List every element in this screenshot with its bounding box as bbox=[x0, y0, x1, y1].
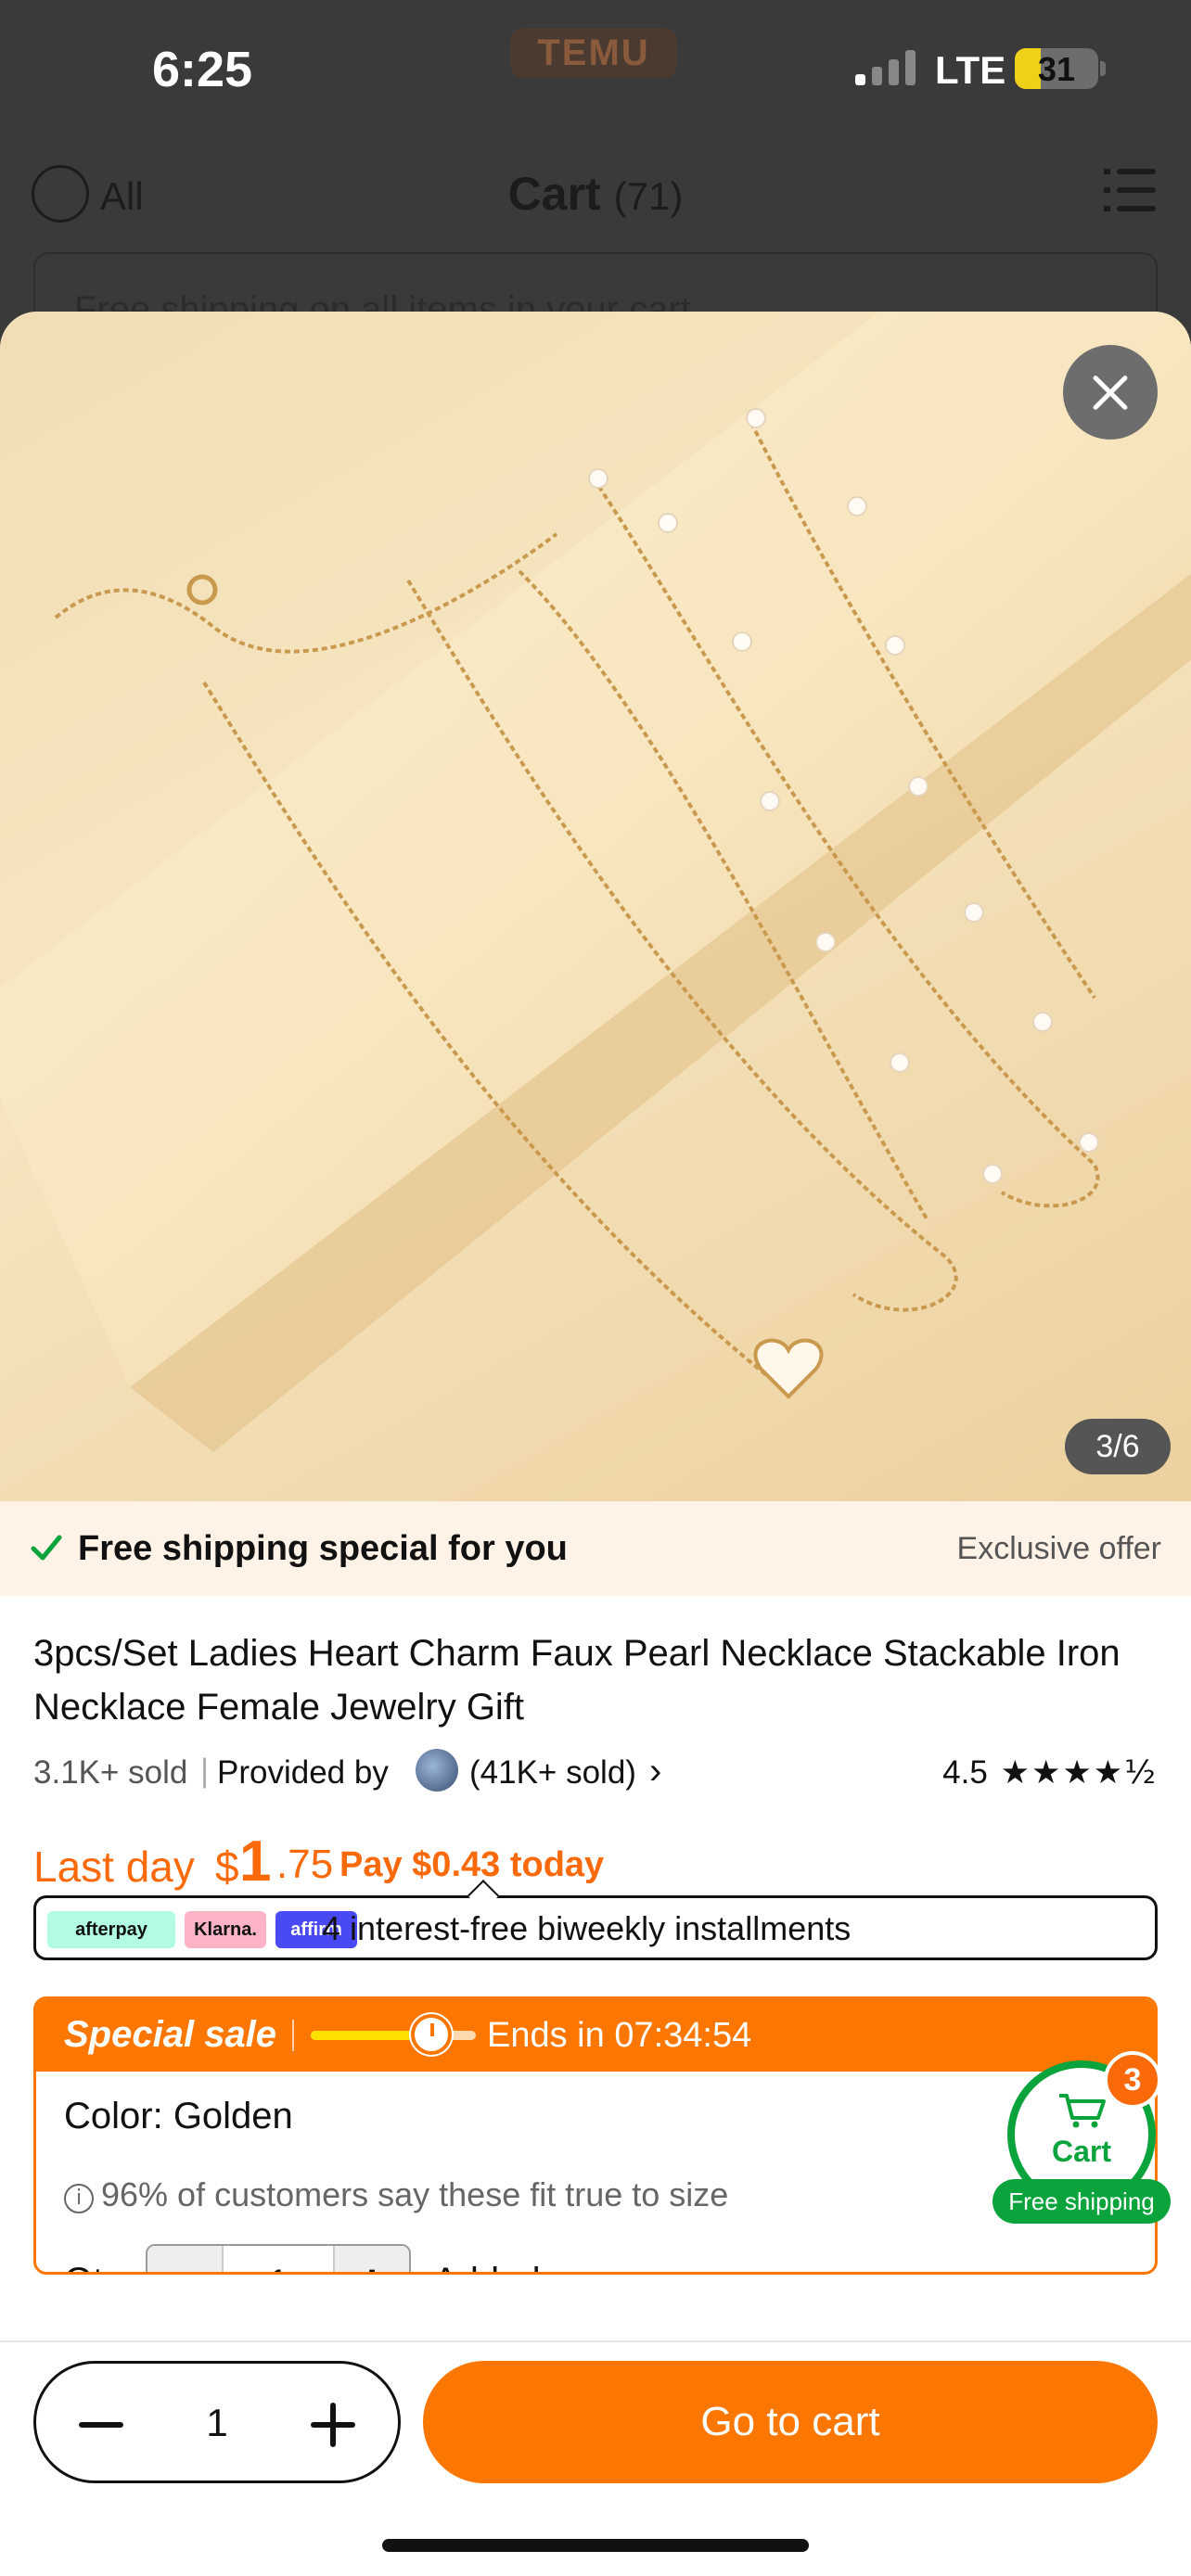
free-shipping-pill: Free shipping bbox=[992, 2179, 1171, 2224]
close-icon[interactable] bbox=[1063, 345, 1158, 440]
sold-count: 3.1K+ sold bbox=[33, 1754, 188, 1791]
price-prefix: Last day bbox=[33, 1843, 195, 1891]
fit-note: i 96% of customers say these fit true to … bbox=[64, 2175, 728, 2214]
list-icon[interactable] bbox=[1104, 167, 1156, 213]
qty-label: Qty bbox=[64, 2261, 122, 2272]
qty-minus-button[interactable]: − bbox=[147, 2246, 224, 2272]
rating[interactable]: 4.5 ★★★★½ bbox=[942, 1754, 1158, 1792]
signal-icon bbox=[855, 48, 920, 85]
status-bar: 6:25 TEMU LTE 31 bbox=[0, 0, 1191, 139]
check-icon bbox=[31, 1535, 62, 1561]
qty-plus-button[interactable]: + bbox=[333, 2246, 409, 2272]
quantity-stepper[interactable]: − 1 + bbox=[146, 2244, 411, 2272]
clock-icon bbox=[411, 2014, 452, 2055]
minus-icon[interactable] bbox=[64, 2388, 138, 2462]
floating-cart-label: Cart bbox=[1051, 2135, 1111, 2168]
rating-value: 4.5 bbox=[942, 1754, 988, 1791]
plus-icon[interactable] bbox=[296, 2388, 370, 2462]
fit-note-text: 96% of customers say these fit true to s… bbox=[101, 2175, 729, 2213]
battery-level: 31 bbox=[1037, 50, 1076, 88]
home-indicator bbox=[382, 2539, 809, 2552]
store-avatar[interactable] bbox=[416, 1749, 458, 1792]
afterpay-logo: afterpay bbox=[47, 1911, 175, 1948]
shipping-strip: Free shipping special for you Exclusive … bbox=[0, 1501, 1191, 1596]
price-currency: $ bbox=[215, 1843, 239, 1891]
network-label: LTE bbox=[935, 48, 1006, 92]
bottom-qty-value[interactable]: 1 bbox=[138, 2401, 296, 2445]
qty-value[interactable]: 1 bbox=[224, 2263, 333, 2272]
floating-cart-button[interactable]: Cart 3 Free shipping bbox=[992, 2051, 1171, 2224]
cart-header: All Cart (71) bbox=[0, 148, 1191, 250]
product-meta: 3.1K+ sold | Provided by (41K+ sold) › 4… bbox=[33, 1749, 1158, 1795]
cart-title: Cart (71) bbox=[0, 167, 1191, 221]
star-icon: ★★★★½ bbox=[1000, 1754, 1158, 1792]
selected-color[interactable]: Color: Golden bbox=[64, 2096, 293, 2137]
status-time: 6:25 bbox=[152, 42, 253, 97]
meta-divider: | bbox=[200, 1753, 210, 1789]
special-sale-label: Special sale bbox=[64, 2014, 277, 2055]
price-decimal: .75 bbox=[276, 1842, 334, 1887]
product-title: 3pcs/Set Ladies Heart Charm Faux Pearl N… bbox=[33, 1633, 1121, 1728]
countdown-time: 07:34:54 bbox=[614, 2016, 752, 2055]
ends-in-label: Ends in bbox=[487, 2016, 605, 2055]
bottom-quantity-stepper[interactable]: 1 bbox=[33, 2361, 401, 2483]
cart-title-text: Cart bbox=[507, 168, 601, 220]
installments-text: 4 interest-free biweekly installments bbox=[322, 1909, 852, 1947]
exclusive-offer: Exclusive offer bbox=[956, 1531, 1161, 1566]
cart-icon bbox=[1059, 2094, 1106, 2128]
battery-tip bbox=[1100, 61, 1106, 76]
product-image[interactable]: 3/6 bbox=[0, 312, 1191, 1501]
added-status: Added bbox=[433, 2261, 541, 2272]
battery-icon: 31 bbox=[1015, 48, 1098, 89]
special-sale-card: Special sale Ends in 07:34:54 Color: Gol… bbox=[33, 1996, 1158, 2275]
necklace-illustration bbox=[0, 312, 1191, 1452]
provided-by-label[interactable]: Provided by bbox=[217, 1754, 389, 1792]
image-counter: 3/6 bbox=[1065, 1419, 1171, 1474]
sale-banner: Special sale Ends in 07:34:54 bbox=[36, 1999, 1155, 2072]
price-integer: 1 bbox=[239, 1830, 272, 1894]
klarna-logo: Klarna. bbox=[185, 1911, 266, 1948]
installments-box[interactable]: afterpay Klarna. affirm 4 interest-free … bbox=[33, 1880, 1158, 1960]
banner-divider bbox=[292, 2020, 294, 2051]
info-icon: i bbox=[64, 2184, 94, 2213]
product-sheet: 3/6 Free shipping special for you Exclus… bbox=[0, 312, 1191, 2576]
brand-logo: TEMU bbox=[510, 28, 677, 78]
cart-badge: 3 bbox=[1104, 2051, 1161, 2109]
go-to-cart-button[interactable]: Go to cart bbox=[423, 2361, 1158, 2483]
countdown: Ends in 07:34:54 bbox=[487, 2016, 751, 2056]
store-sold-count[interactable]: (41K+ sold) bbox=[469, 1754, 636, 1792]
pay-today[interactable]: Pay $0.43 today bbox=[339, 1845, 604, 1885]
cart-count: (71) bbox=[613, 174, 684, 218]
chevron-right-icon[interactable]: › bbox=[649, 1751, 661, 1792]
shipping-text: Free shipping special for you bbox=[78, 1529, 568, 1568]
